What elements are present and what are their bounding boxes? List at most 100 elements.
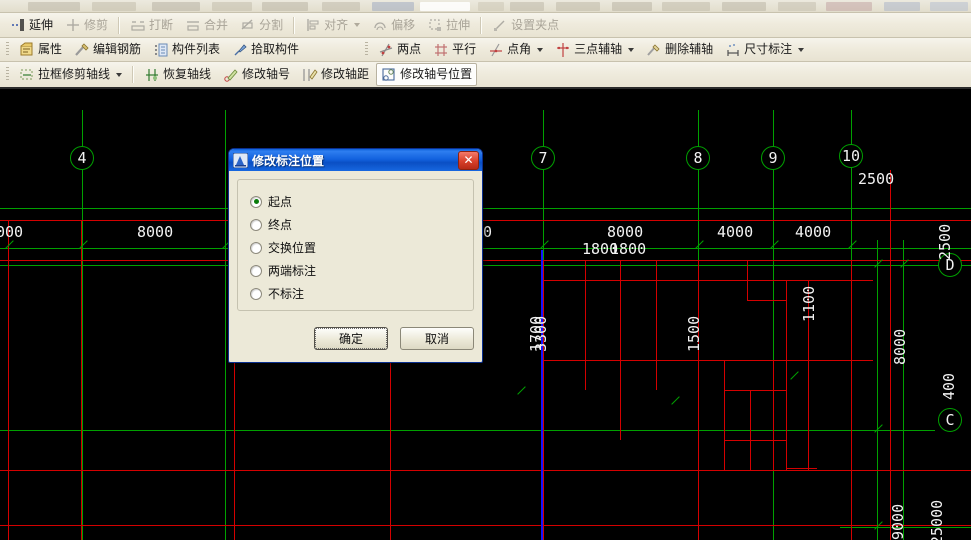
dimension-text: 3300 bbox=[532, 315, 550, 352]
toolbar-button-dimension[interactable]: 尺寸标注 bbox=[720, 38, 809, 61]
toolbar-button-edit-axis-number-position[interactable]: 修改轴号位置 bbox=[376, 63, 478, 86]
radio-button-icon[interactable] bbox=[250, 218, 262, 231]
dimension-line-horizontal bbox=[0, 208, 971, 209]
toolbar-button-pick-component[interactable]: 拾取构件 bbox=[227, 38, 304, 61]
chevron-down-icon[interactable] bbox=[628, 47, 635, 52]
toolbar-button-restore-axis[interactable]: 恢复轴线 bbox=[139, 63, 216, 86]
toolbar-button-edit-axis-spacing[interactable]: 修改轴距 bbox=[297, 63, 374, 86]
toolbar-button-two-point-axis[interactable]: 两点 bbox=[373, 38, 426, 61]
structure-line-vertical bbox=[698, 260, 699, 540]
toolbar-button-point-angle[interactable]: 点角 bbox=[483, 38, 548, 61]
dimension-text: 8000 bbox=[891, 328, 909, 365]
dimension-text: 1500 bbox=[685, 315, 703, 352]
radio-option-end-point[interactable]: 终点 bbox=[250, 213, 461, 236]
structure-line-vertical bbox=[773, 360, 774, 470]
dimension-text: 2500 bbox=[936, 223, 954, 260]
chevron-down-icon[interactable] bbox=[537, 47, 544, 52]
radio-label: 起点 bbox=[268, 195, 293, 209]
edit-axis-number-position-icon bbox=[381, 67, 397, 83]
cancel-button[interactable]: 取消 bbox=[400, 327, 474, 350]
dimension-line-horizontal bbox=[0, 265, 971, 266]
radio-label: 不标注 bbox=[268, 287, 305, 301]
dimension-text: 8000 bbox=[137, 223, 174, 241]
toolbar-button-trim[interactable]: 修剪 bbox=[60, 14, 113, 37]
toolbar-button-split[interactable]: 分割 bbox=[235, 14, 288, 37]
chevron-down-icon[interactable] bbox=[798, 47, 805, 52]
extend-icon bbox=[10, 17, 26, 33]
radio-button-icon[interactable] bbox=[250, 241, 262, 254]
radio-button-icon[interactable] bbox=[250, 264, 262, 277]
edit-axis-number-icon bbox=[223, 67, 239, 83]
toolbar-grip[interactable] bbox=[365, 42, 369, 57]
dialog-body: 起点 终点 交换位置 两端标注 不标注 确定 取消 bbox=[229, 171, 482, 362]
offset-icon bbox=[372, 17, 388, 33]
toolbar-separator bbox=[118, 16, 121, 34]
radio-option-no-dimension[interactable]: 不标注 bbox=[250, 282, 461, 305]
toolbar-button-component-list[interactable]: 构件列表 bbox=[148, 38, 225, 61]
stretch-icon bbox=[427, 17, 443, 33]
toolbar-button-offset[interactable]: 偏移 bbox=[367, 14, 420, 37]
toolbar-button-edit-axis-number[interactable]: 修改轴号 bbox=[218, 63, 295, 86]
toolbar-button-set-grip-point[interactable]: 设置夹点 bbox=[487, 14, 564, 37]
toolbar-button-merge[interactable]: 合并 bbox=[180, 14, 233, 37]
radio-button-icon[interactable] bbox=[250, 195, 262, 208]
box-trim-axis-icon bbox=[19, 67, 35, 83]
toolbar-label: 拉伸 bbox=[446, 17, 471, 32]
toolbar-button-align[interactable]: 对齐 bbox=[300, 14, 365, 37]
axis-bubble[interactable]: 10 bbox=[839, 144, 863, 168]
radio-option-both-ends[interactable]: 两端标注 bbox=[250, 259, 461, 282]
close-icon[interactable]: ✕ bbox=[458, 150, 479, 170]
toolbar-button-three-point-aux-axis[interactable]: 三点辅轴 bbox=[550, 38, 639, 61]
toolbar-button-box-trim-axis[interactable]: 拉框修剪轴线 bbox=[14, 63, 127, 86]
toolbar-button-parallel-axis[interactable]: 平行 bbox=[428, 38, 481, 61]
toolbar-edit-operations: 延伸 修剪 打断 合并 分割 对齐 偏移 拉伸 设置夹点 bbox=[0, 13, 971, 38]
toolbar-button-delete-aux-axis[interactable]: 删除辅轴 bbox=[641, 38, 718, 61]
structure-line-horizontal bbox=[0, 260, 971, 261]
radio-option-swap-position[interactable]: 交换位置 bbox=[250, 236, 461, 259]
parallel-axis-icon bbox=[433, 42, 449, 58]
axis-line-vertical bbox=[877, 240, 878, 540]
dimension-tick bbox=[517, 386, 526, 395]
axis-bubble[interactable]: 7 bbox=[531, 146, 555, 170]
toolbar-button-edit-rebar[interactable]: 编辑钢筋 bbox=[69, 38, 146, 61]
axis-line-vertical bbox=[225, 110, 226, 540]
axis-line-vertical bbox=[903, 240, 904, 540]
axis-bubble[interactable]: 4 bbox=[70, 146, 94, 170]
toolbar-grip[interactable] bbox=[6, 67, 9, 82]
edit-axis-spacing-icon bbox=[302, 67, 318, 83]
toolbar-properties-and-aux-axis: 属性 编辑钢筋 构件列表 拾取构件 两点 平行 点角 三点辅轴 删除辅轴 尺寸标… bbox=[0, 38, 971, 62]
axis-bubble[interactable]: 8 bbox=[686, 146, 710, 170]
break-icon bbox=[130, 17, 146, 33]
radio-option-start-point[interactable]: 起点 bbox=[250, 190, 461, 213]
radio-button-icon[interactable] bbox=[250, 287, 262, 300]
radio-label: 两端标注 bbox=[268, 264, 317, 278]
axis-bubble[interactable]: 9 bbox=[761, 146, 785, 170]
structure-line-horizontal bbox=[0, 525, 971, 526]
structure-line-vertical bbox=[81, 220, 82, 540]
toolbar-button-properties[interactable]: 属性 bbox=[14, 38, 67, 61]
toolbar-grip[interactable] bbox=[6, 42, 9, 57]
cad-drawing-canvas[interactable]: 4 7 8 9 10 D C 000 8000 0 8000 4000 4000… bbox=[0, 90, 971, 540]
dimension-text: 25000 bbox=[928, 499, 946, 540]
restore-axis-icon bbox=[144, 67, 160, 83]
ok-button[interactable]: 确定 bbox=[314, 327, 388, 350]
toolbar-button-stretch[interactable]: 拉伸 bbox=[422, 14, 475, 37]
structure-line-vertical bbox=[543, 260, 544, 540]
axis-bubble-label: 4 bbox=[77, 149, 87, 167]
axis-bubble[interactable]: C bbox=[938, 408, 962, 432]
toolbar-button-extend[interactable]: 延伸 bbox=[5, 14, 58, 37]
structure-line-vertical bbox=[620, 260, 621, 440]
axis-bubble-label: 10 bbox=[841, 147, 861, 165]
grip-point-icon bbox=[492, 17, 508, 33]
point-angle-icon bbox=[488, 42, 504, 58]
chevron-down-icon[interactable] bbox=[354, 23, 361, 27]
dialog-title-bar[interactable]: 修改标注位置 ✕ bbox=[229, 149, 482, 171]
dimension-tick bbox=[790, 371, 799, 380]
chevron-down-icon[interactable] bbox=[116, 72, 123, 77]
split-icon bbox=[240, 17, 256, 33]
two-point-axis-icon bbox=[378, 42, 394, 58]
axis-bubble-label: 9 bbox=[768, 149, 778, 167]
toolbar-button-break[interactable]: 打断 bbox=[125, 14, 178, 37]
structure-line-horizontal bbox=[543, 280, 873, 281]
dimension-line-horizontal bbox=[0, 248, 971, 249]
